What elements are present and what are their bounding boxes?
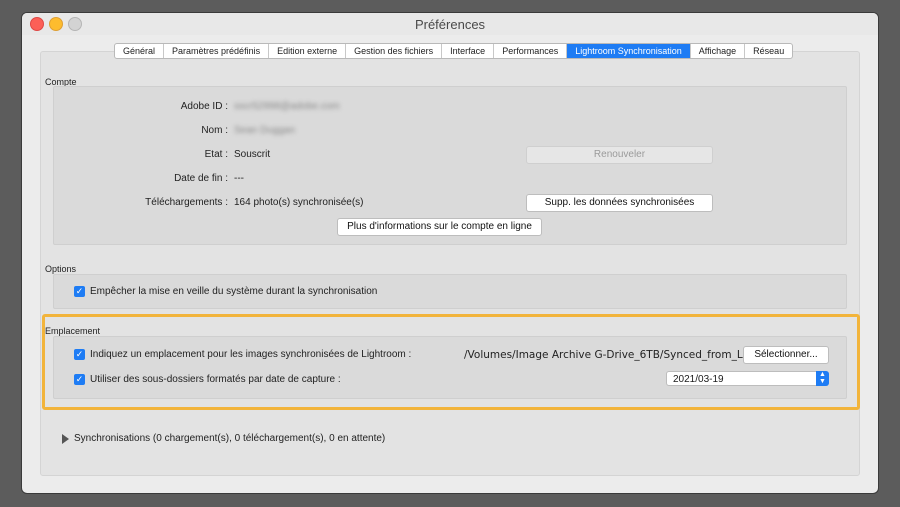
indiquez-label: Indiquez un emplacement pour les images … [90,349,412,360]
preferences-window: Préférences Compte Adobe ID : sscr52998@… [22,13,878,493]
options-box: ✓ Empêcher la mise en veille du système … [53,274,847,309]
window-title: Préférences [414,17,486,32]
etat-value: Souscrit [234,149,271,160]
selectionner-button[interactable]: Sélectionner... [743,346,829,364]
tab-affichage[interactable]: Affichage [691,44,746,58]
title-bar: Préférences [22,13,878,35]
date-format-value: 2021/03-19 [673,374,724,385]
plus-info-button[interactable]: Plus d'informations sur le compte en lig… [337,218,542,236]
telechargements-value: 164 photo(s) synchronisée(s) [234,197,364,208]
sous-dossiers-label: Utiliser des sous-dossiers formatés par … [90,374,341,385]
date-fin-label: Date de fin : [174,173,228,184]
nom-value: Sean Duggan [234,125,296,136]
tab-interface[interactable]: Interface [442,44,495,58]
tab-gestion-des-fichiers[interactable]: Gestion des fichiers [346,44,443,58]
veille-label: Empêcher la mise en veille du système du… [90,286,378,297]
tab-edition-externe[interactable]: Edition externe [269,44,347,58]
options-heading: Options [45,264,77,274]
sync-status-text: Synchronisations (0 chargement(s), 0 tél… [74,433,386,444]
adobe-id-label: Adobe ID : [180,101,228,112]
tab-parametres-predefinis[interactable]: Paramètres prédéfinis [164,44,270,58]
emplacement-heading: Emplacement [45,326,101,336]
date-format-select[interactable]: 2021/03-19 ▲ ▼ [666,371,829,386]
tab-lightroom-synchronisation[interactable]: Lightroom Synchronisation [567,44,691,58]
sous-dossiers-checkbox[interactable]: ✓ [74,374,85,385]
supp-donnees-button[interactable]: Supp. les données synchronisées [526,194,713,212]
disclosure-triangle-icon[interactable] [62,434,69,444]
etat-label: Etat : [204,149,228,160]
tab-performances[interactable]: Performances [494,44,568,58]
telechargements-label: Téléchargements : [145,197,228,208]
indiquez-checkbox[interactable]: ✓ [74,349,85,360]
sync-settings-panel: Compte Adobe ID : sscr52998@adobe.com No… [40,51,860,476]
veille-checkbox[interactable]: ✓ [74,286,85,297]
nom-label: Nom : [201,125,228,136]
date-fin-value: --- [234,173,244,184]
preferences-tabs: Général Paramètres prédéfinis Edition exte… [114,43,794,59]
compte-box: Adobe ID : sscr52998@adobe.com Nom : Sea… [53,86,847,245]
tab-general[interactable]: Général [115,44,165,58]
tab-reseau[interactable]: Réseau [745,44,792,58]
emplacement-box: ✓ Indiquez un emplacement pour les image… [53,336,847,399]
sync-path-value: /Volumes/Image Archive G-Drive_6TB/Synce… [464,349,750,361]
renouveler-button[interactable]: Renouveler [526,146,713,164]
adobe-id-value: sscr52998@adobe.com [234,101,340,112]
chevron-updown-icon: ▲ ▼ [816,371,829,386]
